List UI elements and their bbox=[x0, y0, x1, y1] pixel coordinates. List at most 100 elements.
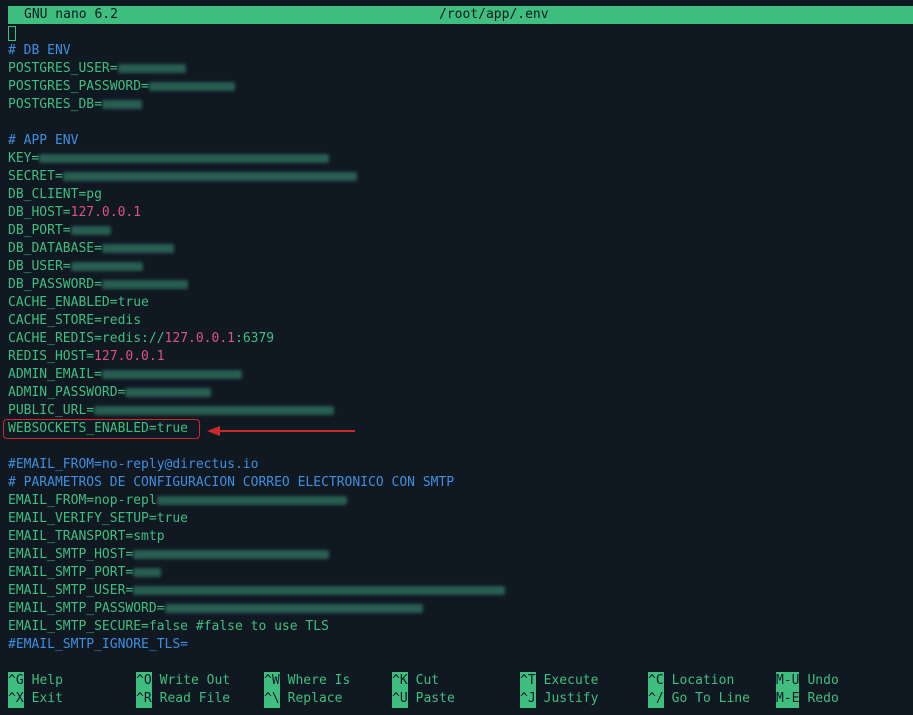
shortcut-key: ^T bbox=[520, 672, 536, 690]
editor-line: REDIS_HOST=127.0.0.1 bbox=[8, 348, 908, 366]
shortcut-key: M-U bbox=[776, 672, 800, 690]
editor-line: EMAIL_SMTP_HOST= bbox=[8, 546, 908, 564]
shortcut-key: ^U bbox=[392, 690, 408, 708]
redacted-value bbox=[70, 226, 111, 235]
editor-line: DB_CLIENT=pg bbox=[8, 186, 908, 204]
shortcut-label: Execute bbox=[543, 673, 599, 688]
env-key: EMAIL_SMTP_PORT= bbox=[8, 565, 134, 580]
shortcut-write-out[interactable]: ^O Write Out bbox=[136, 672, 230, 690]
editor-line: # DB ENV bbox=[8, 42, 908, 60]
shortcut-key: ^G bbox=[8, 672, 24, 690]
env-key: DB_HOST= bbox=[8, 205, 71, 220]
shortcut-label: Location bbox=[671, 673, 735, 688]
port-value: :6379 bbox=[235, 331, 275, 346]
shortcut-key: ^J bbox=[520, 690, 536, 708]
redacted-value bbox=[125, 388, 212, 397]
line-text: CACHE_STORE=redis bbox=[8, 313, 142, 328]
shortcut-read-file[interactable]: ^R Read File bbox=[136, 690, 230, 708]
editor-line: SECRET= bbox=[8, 168, 908, 186]
line-text: EMAIL_VERIFY_SETUP=true bbox=[8, 511, 189, 526]
line-text: CACHE_ENABLED=true bbox=[8, 295, 149, 310]
env-key: EMAIL_SMTP_USER= bbox=[8, 583, 134, 598]
editor-line: DB_HOST=127.0.0.1 bbox=[8, 204, 908, 222]
shortcut-where-is[interactable]: ^W Where Is bbox=[264, 672, 350, 690]
redacted-value bbox=[117, 64, 186, 73]
shortcut-label: Justify bbox=[543, 691, 599, 706]
shortcut-key: ^C bbox=[648, 672, 664, 690]
shortcut-key: ^X bbox=[8, 690, 24, 708]
editor-line: # APP ENV bbox=[8, 132, 908, 150]
env-key: DB_DATABASE= bbox=[8, 241, 102, 256]
shortcut-undo[interactable]: M-U Undo bbox=[776, 672, 839, 690]
editor-line: #EMAIL_SMTP_IGNORE_TLS= bbox=[8, 636, 908, 654]
ip-value: 127.0.0.1 bbox=[94, 349, 165, 364]
shortcut-key: ^W bbox=[264, 672, 280, 690]
env-key: POSTGRES_USER= bbox=[8, 61, 118, 76]
text-cursor bbox=[8, 26, 16, 41]
editor-line: # PARAMETROS DE CONFIGURACION CORREO ELE… bbox=[8, 474, 908, 492]
shortcut-label: Go To Line bbox=[671, 691, 750, 706]
editor-line: POSTGRES_DB= bbox=[8, 96, 908, 114]
shortcut-label: Where Is bbox=[287, 673, 351, 688]
comment-text: #EMAIL_SMTP_IGNORE_TLS= bbox=[8, 637, 189, 652]
env-key: CACHE_REDIS=redis:// bbox=[8, 331, 165, 346]
shortcut-exit[interactable]: ^X Exit bbox=[8, 690, 63, 708]
redacted-value bbox=[133, 586, 506, 595]
comment-text: # DB ENV bbox=[8, 43, 71, 58]
line-text: DB_CLIENT=pg bbox=[8, 187, 102, 202]
shortcut-key: ^R bbox=[136, 690, 152, 708]
line-text: EMAIL_SMTP_SECURE=false #false to use TL… bbox=[8, 619, 329, 634]
redacted-value bbox=[156, 496, 347, 505]
editor-line: EMAIL_SMTP_PASSWORD= bbox=[8, 600, 908, 618]
shortcut-justify[interactable]: ^J Justify bbox=[520, 690, 598, 708]
env-key: REDIS_HOST= bbox=[8, 349, 95, 364]
shortcut-location[interactable]: ^C Location bbox=[648, 672, 734, 690]
redacted-value bbox=[101, 244, 174, 253]
comment-text: # APP ENV bbox=[8, 133, 79, 148]
editor-line: EMAIL_SMTP_USER= bbox=[8, 582, 908, 600]
shortcut-execute[interactable]: ^T Execute bbox=[520, 672, 598, 690]
shortcut-key: ^/ bbox=[648, 690, 664, 708]
title-bar: GNU nano 6.2 /root/app/.env bbox=[8, 6, 913, 24]
redacted-value bbox=[39, 154, 330, 163]
env-key: POSTGRES_DB= bbox=[8, 97, 102, 112]
editor-line: ADMIN_PASSWORD= bbox=[8, 384, 908, 402]
shortcut-label: Read File bbox=[159, 691, 231, 706]
editor-line: PUBLIC_URL= bbox=[8, 402, 908, 420]
env-key: KEY= bbox=[8, 151, 40, 166]
ip-value: 127.0.0.1 bbox=[164, 331, 235, 346]
file-path: /root/app/.env bbox=[439, 7, 549, 22]
shortcut-label: Replace bbox=[287, 691, 343, 706]
env-key: ADMIN_PASSWORD= bbox=[8, 385, 126, 400]
redacted-value bbox=[70, 262, 143, 271]
shortcut-paste[interactable]: ^U Paste bbox=[392, 690, 455, 708]
editor-line: ADMIN_EMAIL= bbox=[8, 366, 908, 384]
shortcut-label: Paste bbox=[415, 691, 455, 706]
env-key: DB_PORT= bbox=[8, 223, 71, 238]
shortcut-cut[interactable]: ^K Cut bbox=[392, 672, 439, 690]
editor-line: CACHE_STORE=redis bbox=[8, 312, 908, 330]
editor-line: DB_PORT= bbox=[8, 222, 908, 240]
shortcut-redo[interactable]: M-E Redo bbox=[776, 690, 839, 708]
editor-line: DB_PASSWORD= bbox=[8, 276, 908, 294]
editor-line: CACHE_REDIS=redis://127.0.0.1:6379 bbox=[8, 330, 908, 348]
annotation-highlight-box bbox=[3, 419, 200, 439]
redacted-value bbox=[164, 604, 423, 613]
shortcut-help[interactable]: ^G Help bbox=[8, 672, 63, 690]
app-title: GNU nano 6.2 bbox=[24, 7, 118, 22]
redacted-value bbox=[62, 172, 357, 181]
env-key: DB_USER= bbox=[8, 259, 71, 274]
editor-area[interactable]: # DB ENV POSTGRES_USER= POSTGRES_PASSWORD=… bbox=[8, 42, 908, 654]
editor-line: POSTGRES_PASSWORD= bbox=[8, 78, 908, 96]
redacted-value bbox=[133, 568, 162, 577]
env-key: EMAIL_SMTP_PASSWORD= bbox=[8, 601, 165, 616]
editor-line: #EMAIL_FROM=no-reply@directus.io bbox=[8, 456, 908, 474]
shortcut-replace[interactable]: ^\ Replace bbox=[264, 690, 342, 708]
redacted-value bbox=[94, 406, 335, 415]
shortcut-key: ^K bbox=[392, 672, 408, 690]
env-key: ADMIN_EMAIL= bbox=[8, 367, 102, 382]
env-key: POSTGRES_PASSWORD= bbox=[8, 79, 149, 94]
shortcut-go-to-line[interactable]: ^/ Go To Line bbox=[648, 690, 750, 708]
